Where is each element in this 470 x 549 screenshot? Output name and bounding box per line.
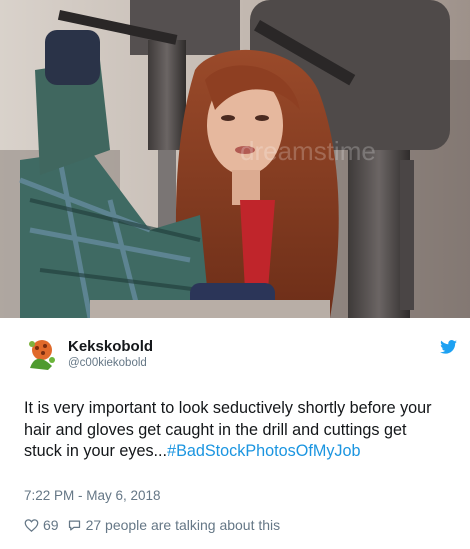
author-handle[interactable]: @c00kiekobold bbox=[68, 357, 147, 369]
hashtag-link[interactable]: #BadStockPhotosOfMyJob bbox=[167, 442, 360, 460]
engagement-bar: 69 27 people are talking about this bbox=[24, 517, 280, 533]
talking-about-text[interactable]: 27 people are talking about this bbox=[86, 517, 281, 533]
tweet-screenshot: dreamstime Kekskobold @c00kiekobold It i… bbox=[0, 0, 470, 549]
cookie-avatar-icon[interactable] bbox=[24, 336, 60, 372]
heart-icon[interactable] bbox=[24, 518, 39, 533]
tweet-text: It is very important to look seductively… bbox=[24, 398, 444, 463]
stock-photo-drawing: dreamstime bbox=[0, 0, 470, 318]
tweet-card: Kekskobold @c00kiekobold It is very impo… bbox=[0, 318, 470, 549]
author-name[interactable]: Kekskobold bbox=[68, 338, 153, 355]
tweet-timestamp[interactable]: 7:22 PM - May 6, 2018 bbox=[24, 488, 161, 503]
watermark-text: dreamstime bbox=[240, 136, 376, 166]
stock-photo: dreamstime bbox=[0, 0, 470, 318]
twitter-bird-icon[interactable] bbox=[440, 340, 457, 354]
speech-bubble-icon[interactable] bbox=[67, 518, 82, 533]
likes-count[interactable]: 69 bbox=[43, 517, 59, 533]
